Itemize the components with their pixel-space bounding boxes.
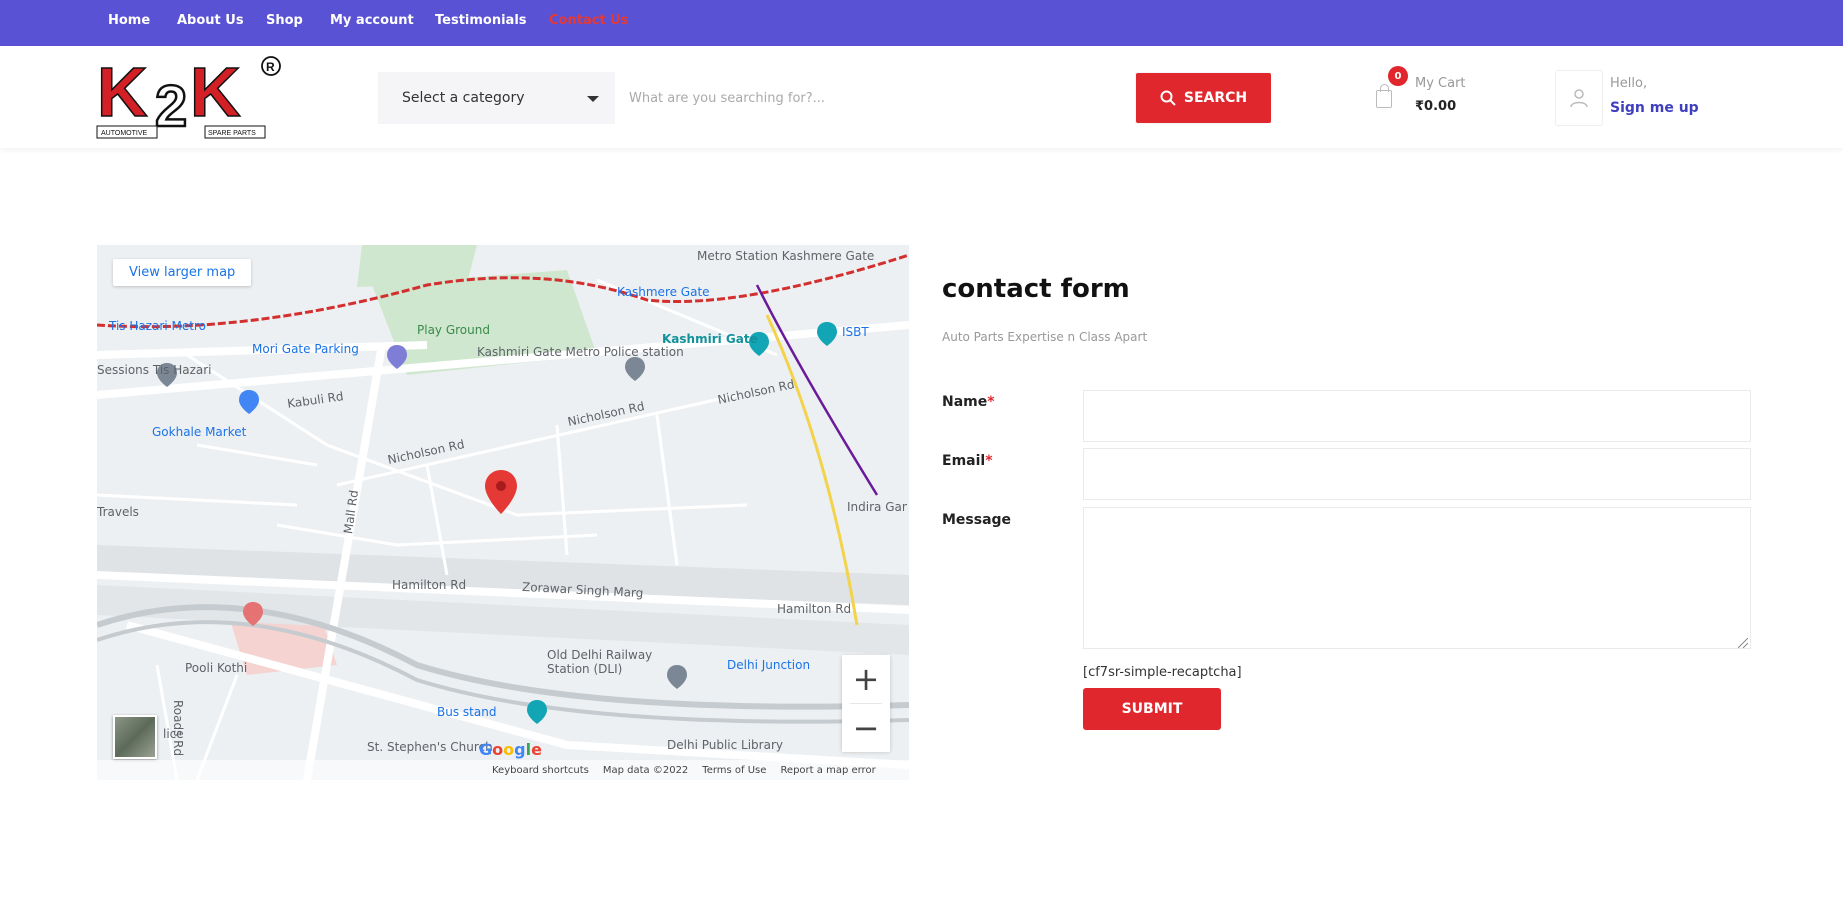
k2k-logo-icon: K 2 K R AUTOMOTIVE SPARE PARTS [96, 52, 281, 140]
email-label: Email* [942, 453, 993, 469]
chevron-down-icon [587, 96, 599, 102]
map-label: Tis Hazari Metro [109, 319, 206, 333]
message-label: Message [942, 512, 1012, 528]
nav-shop[interactable]: Shop [266, 13, 303, 28]
svg-text:R: R [266, 60, 275, 74]
map-footer: Keyboard shortcuts Map data ©2022 Terms … [97, 760, 909, 780]
resize-handle-icon[interactable] [1738, 638, 1748, 648]
category-select-label: Select a category [402, 90, 525, 106]
message-field[interactable] [1083, 507, 1751, 649]
user-greeting: Hello, [1610, 76, 1648, 91]
keyboard-shortcuts-link[interactable]: Keyboard shortcuts [492, 765, 589, 776]
zoom-in-button[interactable]: + [842, 655, 890, 703]
map-label: Kashmiri Gate [662, 332, 758, 346]
submit-button[interactable]: SUBMIT [1083, 688, 1221, 730]
map-label: Delhi Public Library [667, 738, 783, 752]
view-larger-map-link[interactable]: View larger map [113, 259, 252, 286]
search-input[interactable] [615, 72, 1135, 124]
bus-pin-icon[interactable] [527, 700, 547, 724]
map-label: Play Ground [417, 323, 490, 337]
search-button-label: SEARCH [1183, 90, 1248, 106]
map-label: Gokhale Market [152, 425, 247, 439]
nav-my-account[interactable]: My account [330, 13, 414, 28]
location-pin-icon[interactable] [485, 470, 517, 514]
map-label: Hamilton Rd [777, 602, 852, 616]
map-label: Kashmere Gate [617, 285, 710, 299]
nav-contact-us[interactable]: Contact Us [549, 13, 628, 28]
cart-label: My Cart [1415, 76, 1466, 91]
hospital-pin-icon[interactable] [243, 602, 263, 626]
map-label: Kashmiri Gate Metro Police station [477, 345, 684, 359]
map-label: Pooli Kothi [185, 661, 248, 675]
category-select[interactable]: Select a category [378, 72, 613, 124]
nav-testimonials[interactable]: Testimonials [435, 13, 527, 28]
nav-home[interactable]: Home [108, 13, 150, 28]
shopping-bag-icon [1376, 84, 1392, 108]
svg-text:K: K [190, 54, 241, 131]
map-label: Sessions Tis Hazari [97, 363, 212, 377]
svg-text:SPARE PARTS: SPARE PARTS [208, 130, 256, 137]
map-label: Delhi Junction [727, 658, 811, 672]
map-label: Old Delhi Railway Station (DLI) [547, 648, 653, 676]
map-label: Metro Station Kashmere Gate [697, 249, 875, 263]
cart-count-badge: 0 [1388, 66, 1408, 86]
station-pin-icon[interactable] [667, 665, 687, 689]
shopping-pin-icon[interactable] [239, 390, 259, 414]
parking-pin-icon[interactable] [387, 345, 407, 369]
mini-cart[interactable]: 0 My Cart ₹0.00 [1370, 66, 1500, 128]
nav-about-us[interactable]: About Us [177, 13, 244, 28]
map-data-text: Map data ©2022 [602, 764, 689, 776]
map-label: St. Stephen's Church [367, 740, 493, 754]
svg-text:K: K [97, 54, 148, 131]
map-label: Travels [97, 505, 139, 519]
user-account: Hello, Sign me up [1555, 70, 1715, 130]
map-label: Bus stand [437, 705, 497, 719]
map-label: Roads Rd [171, 700, 185, 757]
site-logo[interactable]: K 2 K R AUTOMOTIVE SPARE PARTS [95, 52, 285, 144]
google-logo: Google [479, 740, 542, 759]
search-button[interactable]: SEARCH [1136, 73, 1271, 123]
sign-up-link[interactable]: Sign me up [1610, 100, 1699, 116]
satellite-toggle[interactable] [113, 715, 157, 759]
captcha-shortcode: [cf7sr-simple-recaptcha] [1083, 665, 1242, 680]
contact-form-title: contact form [942, 274, 1130, 304]
name-label: Name* [942, 394, 995, 410]
police-pin-icon[interactable] [625, 357, 645, 381]
search-icon [1160, 90, 1176, 106]
user-icon-box[interactable] [1555, 70, 1603, 126]
report-error-link[interactable]: Report a map error [780, 765, 875, 776]
map-label: Hamilton Rd [392, 578, 467, 592]
zoom-out-button[interactable]: − [842, 704, 890, 752]
contact-form-subtitle: Auto Parts Expertise n Class Apart [942, 330, 1148, 344]
user-icon [1570, 89, 1588, 108]
svg-text:AUTOMOTIVE: AUTOMOTIVE [101, 130, 147, 137]
svg-text:2: 2 [155, 74, 187, 139]
map-label: Indira Gandhi Delhi Tech [847, 500, 907, 514]
top-nav-bar: Home About Us Shop My account Testimonia… [0, 0, 1843, 46]
map-label: Mori Gate Parking [252, 342, 359, 356]
cinema-pin-icon[interactable] [817, 322, 837, 346]
cart-amount: ₹0.00 [1415, 99, 1457, 114]
map-label: ISBT [842, 325, 869, 339]
google-map[interactable]: Metro Station Kashmere Gate Kashmere Gat… [97, 245, 909, 780]
email-field[interactable] [1083, 448, 1751, 500]
terms-link[interactable]: Terms of Use [702, 765, 766, 776]
zoom-controls: + − [842, 655, 890, 752]
name-field[interactable] [1083, 390, 1751, 442]
